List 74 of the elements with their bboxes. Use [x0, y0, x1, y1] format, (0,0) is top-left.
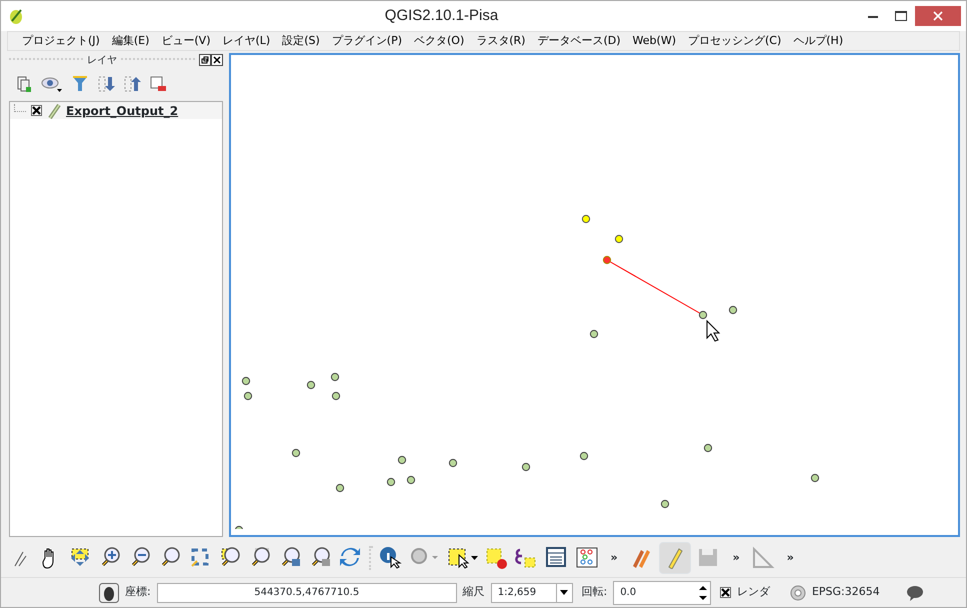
render-label: レンダ	[736, 584, 770, 600]
scale-dropdown[interactable]: 1:2,659	[490, 582, 573, 602]
eye-icon[interactable]	[41, 75, 63, 93]
selected-point[interactable]	[582, 214, 590, 224]
panel-title: レイヤ	[87, 54, 117, 68]
caret-icon[interactable]	[560, 590, 568, 595]
maximize-icon	[894, 11, 906, 21]
map-point[interactable]	[580, 452, 588, 460]
rotation-field[interactable]: 0.0	[613, 580, 712, 604]
coordinate-field[interactable]: 544370.5,4767710.5	[156, 582, 457, 602]
move-down-icon[interactable]	[97, 75, 115, 93]
scale-label: 縮尺	[462, 584, 485, 600]
menu-item[interactable]: プラグイン(P)	[326, 32, 408, 50]
cursor-icon	[706, 320, 720, 342]
map-point[interactable]	[448, 458, 458, 468]
map-point[interactable]	[244, 392, 252, 400]
filter-icon[interactable]	[71, 75, 89, 93]
map-point[interactable]	[698, 310, 708, 320]
overflow-mark[interactable]: »	[781, 550, 800, 566]
map-point[interactable]	[704, 444, 712, 452]
close-icon	[932, 11, 942, 21]
window-title: QGIS2.10.1-Pisa	[384, 6, 500, 26]
map-point[interactable]	[330, 372, 340, 382]
map-point[interactable]	[810, 474, 820, 482]
menu-item[interactable]: ベクタ(O)	[408, 32, 470, 50]
menu-item[interactable]: プロセッシング(C)	[682, 32, 788, 50]
menu-item[interactable]: プロジェクト(J)	[16, 32, 106, 50]
crs-globe-icon[interactable]	[790, 584, 806, 600]
close-button[interactable]	[914, 6, 960, 26]
map-point[interactable]	[728, 306, 738, 314]
crs-label[interactable]: EPSG:32654	[812, 584, 880, 601]
remove-layer-icon[interactable]	[149, 75, 167, 93]
close-icon[interactable]	[211, 54, 223, 66]
coordinate-label: 座標:	[125, 584, 151, 600]
render-checkbox[interactable]	[720, 587, 731, 598]
overflow-mark[interactable]: »	[727, 550, 746, 566]
edit-toggle-button[interactable]	[659, 542, 692, 574]
menu-item[interactable]: ビュー(V)	[155, 32, 216, 50]
menu-item[interactable]: ヘルプ(H)	[787, 32, 850, 50]
map-point[interactable]	[386, 478, 396, 486]
map-point[interactable]	[406, 476, 416, 484]
menu-item[interactable]: データベース(D)	[531, 32, 627, 50]
map-point[interactable]	[242, 376, 250, 386]
float-icon[interactable]	[199, 54, 211, 66]
menu-item[interactable]: 編集(E)	[106, 32, 156, 50]
map-point[interactable]	[292, 448, 300, 458]
rotation-label: 回転:	[581, 584, 608, 600]
vertex-point[interactable]	[602, 256, 612, 264]
menu-item[interactable]: Web(W)	[626, 32, 682, 50]
deselect-icon[interactable]	[485, 546, 509, 570]
line-layer-icon	[47, 102, 61, 118]
visibility-checkbox[interactable]	[31, 105, 42, 116]
statistics-icon[interactable]	[575, 546, 599, 570]
menu-item[interactable]: 設定(S)	[276, 32, 326, 50]
selected-point[interactable]	[614, 234, 624, 244]
select-icon[interactable]	[447, 546, 479, 570]
map-point[interactable]	[332, 392, 340, 400]
map-point[interactable]	[234, 526, 244, 529]
messages-icon[interactable]	[906, 584, 924, 600]
map-point[interactable]	[522, 462, 530, 472]
map-point[interactable]	[590, 330, 598, 338]
move-up-icon[interactable]	[123, 75, 141, 93]
add-group-icon[interactable]	[15, 75, 33, 93]
map-point[interactable]	[306, 380, 316, 390]
map-point[interactable]	[398, 456, 406, 464]
mouse-icon[interactable]	[99, 582, 119, 602]
map-point[interactable]	[336, 484, 344, 492]
menu-item[interactable]: レイヤ(L)	[216, 32, 276, 50]
menu-item[interactable]: ラスタ(R)	[470, 32, 532, 50]
attribute-table-icon[interactable]	[545, 546, 569, 570]
identify-icon[interactable]	[379, 546, 403, 570]
minimize-icon	[868, 14, 878, 18]
overflow-mark[interactable]: »	[605, 550, 624, 566]
map-point[interactable]	[660, 500, 670, 508]
